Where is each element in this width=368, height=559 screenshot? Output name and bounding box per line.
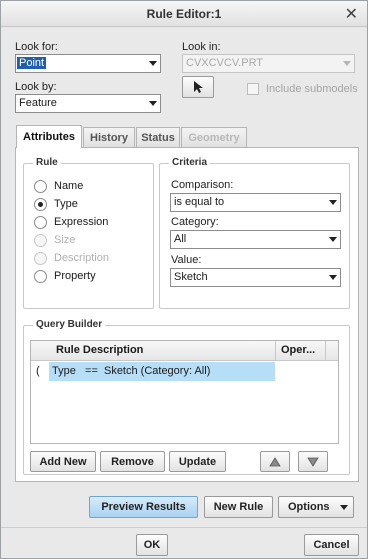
look-by-value: Feature bbox=[19, 97, 57, 109]
value-dropdown[interactable]: Sketch bbox=[170, 268, 341, 287]
options-button[interactable]: Options bbox=[278, 496, 354, 518]
query-builder-title: Query Builder bbox=[33, 319, 106, 330]
row-description-cell[interactable]: Type == Sketch (Category: All) bbox=[49, 362, 275, 381]
comparison-label: Comparison: bbox=[171, 179, 234, 191]
rule-editor-window: Rule Editor:1 ✕ Look for: Point Look in:… bbox=[0, 0, 368, 559]
include-submodels-label: Include submodels bbox=[266, 83, 358, 95]
cancel-button[interactable]: Cancel bbox=[304, 534, 359, 556]
rule-option-label: Expression bbox=[54, 216, 109, 228]
query-builder-group: Query Builder Rule Description Oper... (… bbox=[23, 319, 350, 475]
move-up-button[interactable] bbox=[260, 451, 290, 472]
row-description: Type == Sketch (Category: All) bbox=[52, 365, 211, 377]
rule-option-label: Property bbox=[54, 270, 96, 282]
move-up-icon bbox=[269, 456, 281, 466]
new-rule-button[interactable]: New Rule bbox=[204, 496, 273, 518]
radio-button[interactable] bbox=[34, 269, 47, 283]
remove-button[interactable]: Remove bbox=[100, 451, 165, 472]
add-new-button[interactable]: Add New bbox=[30, 451, 96, 472]
title-bar: Rule Editor:1 ✕ bbox=[1, 1, 367, 27]
dropdown-arrow-icon bbox=[325, 269, 340, 286]
radio-button bbox=[34, 251, 47, 265]
look-for-value: Point bbox=[17, 57, 47, 69]
criteria-group-title: Criteria bbox=[169, 157, 211, 168]
look-by-label: Look by: bbox=[15, 81, 57, 93]
table-header: Rule Description Oper... bbox=[31, 341, 338, 361]
rule-option-size: Size bbox=[34, 233, 75, 247]
rule-group-title: Rule bbox=[33, 157, 61, 168]
value-value: Sketch bbox=[174, 271, 208, 283]
radio-button bbox=[34, 233, 47, 247]
rule-option-name[interactable]: Name bbox=[34, 179, 83, 193]
pointer-icon bbox=[194, 81, 203, 93]
comparison-dropdown[interactable]: is equal to bbox=[170, 193, 341, 212]
ok-button[interactable]: OK bbox=[136, 534, 168, 556]
look-by-dropdown[interactable]: Feature bbox=[15, 94, 161, 113]
category-value: All bbox=[174, 233, 187, 245]
rule-table: Rule Description Oper... ( Type == Sketc… bbox=[30, 340, 339, 444]
category-dropdown[interactable]: All bbox=[170, 230, 341, 249]
look-for-label: Look for: bbox=[15, 41, 58, 53]
tab-geometry: Geometry bbox=[181, 127, 247, 147]
dropdown-arrow-icon bbox=[340, 505, 348, 510]
rule-option-description: Description bbox=[34, 251, 109, 265]
comparison-value: is equal to bbox=[174, 196, 225, 208]
dropdown-arrow-icon bbox=[325, 194, 340, 211]
category-label: Category: bbox=[171, 216, 219, 228]
radio-button[interactable] bbox=[34, 215, 47, 229]
tab-history[interactable]: History bbox=[83, 127, 135, 147]
rule-option-label: Size bbox=[54, 234, 76, 246]
criteria-group: Criteria Comparison: is equal to Categor… bbox=[159, 157, 350, 309]
column-rule-description[interactable]: Rule Description bbox=[56, 344, 143, 356]
include-submodels-checkbox[interactable] bbox=[247, 83, 259, 95]
dropdown-arrow-icon bbox=[339, 55, 354, 72]
rule-group: Rule Name Type Expression Size Descripti… bbox=[23, 157, 154, 309]
attributes-panel: Rule Name Type Expression Size Descripti… bbox=[15, 147, 359, 482]
look-in-dropdown: CVXCVCV.PRT bbox=[182, 54, 355, 73]
update-button[interactable]: Update bbox=[169, 451, 226, 472]
look-in-label: Look in: bbox=[182, 41, 221, 53]
radio-button[interactable] bbox=[34, 197, 47, 211]
tab-status[interactable]: Status bbox=[136, 127, 180, 147]
rule-option-type[interactable]: Type bbox=[34, 197, 78, 211]
look-for-dropdown[interactable]: Point bbox=[15, 54, 161, 73]
column-operator[interactable]: Oper... bbox=[281, 344, 315, 356]
dropdown-arrow-icon bbox=[145, 55, 160, 72]
row-paren: ( bbox=[36, 365, 40, 377]
window-title: Rule Editor:1 bbox=[146, 7, 222, 21]
radio-button[interactable] bbox=[34, 179, 47, 193]
options-label: Options bbox=[288, 501, 330, 513]
rule-option-label: Type bbox=[54, 198, 78, 210]
dropdown-arrow-icon bbox=[325, 231, 340, 248]
select-from-model-button[interactable] bbox=[182, 76, 214, 98]
rule-option-label: Description bbox=[54, 252, 110, 264]
value-label: Value: bbox=[171, 254, 202, 266]
rule-option-expression[interactable]: Expression bbox=[34, 215, 108, 229]
tab-attributes[interactable]: Attributes bbox=[16, 125, 82, 148]
close-icon[interactable]: ✕ bbox=[345, 4, 358, 24]
rule-option-label: Name bbox=[54, 180, 84, 192]
preview-results-button[interactable]: Preview Results bbox=[89, 496, 198, 518]
look-in-value: CVXCVCV.PRT bbox=[186, 57, 264, 69]
dropdown-arrow-icon bbox=[145, 95, 160, 112]
move-down-icon bbox=[307, 457, 319, 467]
move-down-button[interactable] bbox=[298, 451, 328, 472]
rule-option-property[interactable]: Property bbox=[34, 269, 96, 283]
